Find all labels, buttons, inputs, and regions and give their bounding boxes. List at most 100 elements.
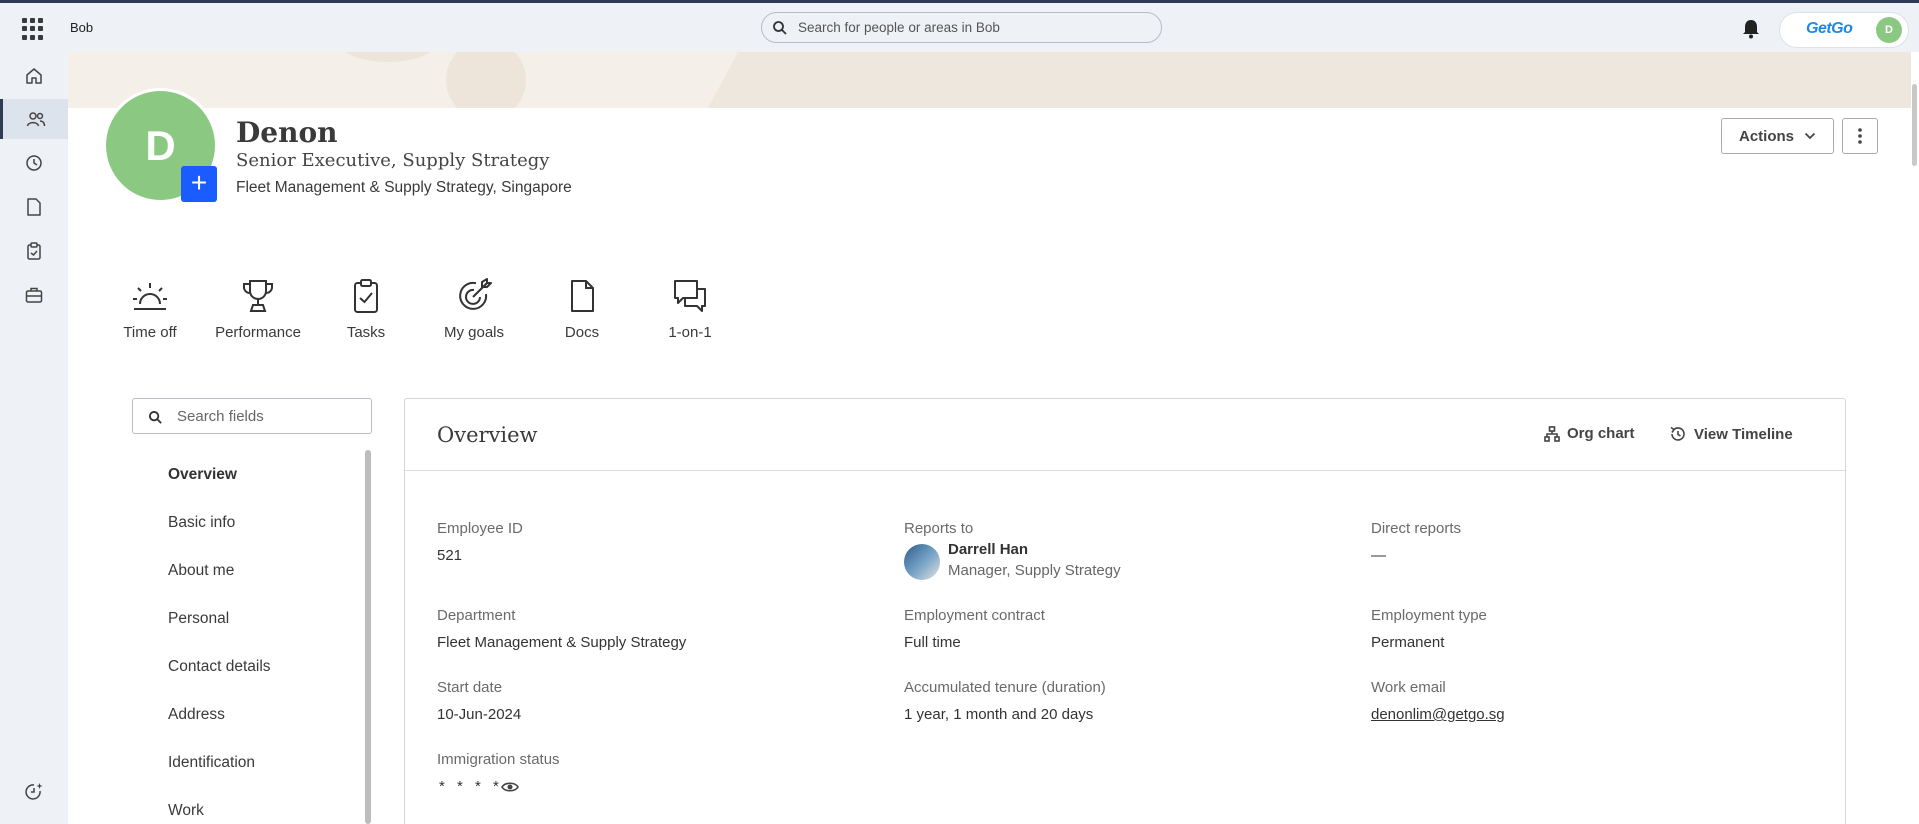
user-avatar[interactable]: D	[1876, 17, 1902, 43]
nav-people[interactable]	[0, 99, 68, 139]
global-search-placeholder: Search for people or areas in Bob	[798, 20, 1000, 35]
manager-name[interactable]: Darrell Han	[948, 541, 1028, 558]
section-nav-contact-details[interactable]: Contact details	[168, 658, 271, 676]
target-icon	[459, 278, 492, 310]
people-icon	[26, 112, 45, 127]
quick-link-label: 1-on-1	[668, 324, 712, 341]
org-chart-icon	[1544, 425, 1560, 442]
search-icon	[148, 410, 162, 424]
history-icon	[1670, 426, 1685, 441]
nav-home[interactable]	[0, 56, 68, 96]
profile-job-title: Senior Executive, Supply Strategy	[236, 150, 550, 171]
quick-link-label: Performance	[215, 324, 301, 341]
employment-contract-label: Employment contract	[904, 607, 1045, 624]
employment-type-label: Employment type	[1371, 607, 1487, 624]
quick-link-time-off[interactable]: Time off	[95, 278, 205, 341]
tenure-label: Accumulated tenure (duration)	[904, 679, 1106, 696]
quick-link-label: Docs	[564, 324, 600, 341]
work-email-label: Work email	[1371, 679, 1446, 696]
manager-role: Manager, Supply Strategy	[948, 562, 1121, 579]
quick-link-docs[interactable]: Docs	[527, 278, 637, 341]
section-nav-scrollbar[interactable]	[365, 450, 371, 824]
clipboard-check-icon	[354, 279, 378, 313]
nav-documents[interactable]	[0, 187, 68, 227]
trophy-icon	[243, 280, 273, 312]
top-bar: Bob Search for people or areas in Bob Ge…	[0, 0, 1919, 52]
department-label: Department	[437, 607, 516, 624]
cover-banner	[68, 52, 1911, 108]
section-nav-address[interactable]: Address	[168, 706, 225, 724]
quick-link-my-goals[interactable]: My goals	[419, 278, 529, 341]
banner-decoration	[346, 52, 1911, 108]
start-date-label: Start date	[437, 679, 503, 696]
overview-card: Overview Org chart View Timeline Employe…	[404, 398, 1846, 824]
chat-bubbles-icon	[674, 280, 706, 312]
whats-new-icon	[25, 783, 43, 800]
employment-type-value: Permanent	[1371, 634, 1445, 651]
overview-title: Overview	[437, 423, 538, 447]
profile-name: Denon	[236, 116, 338, 149]
actions-button[interactable]: Actions	[1721, 118, 1834, 154]
section-nav-basic-info[interactable]: Basic info	[168, 514, 235, 532]
eye-icon[interactable]	[501, 781, 519, 793]
work-email-link[interactable]: denonlim@getgo.sg	[1371, 706, 1505, 723]
employment-contract-value: Full time	[904, 634, 961, 651]
start-date-value: 10-Jun-2024	[437, 706, 522, 723]
section-nav-identification[interactable]: Identification	[168, 754, 255, 772]
bell-icon[interactable]	[1742, 19, 1760, 39]
briefcase-icon	[25, 287, 43, 303]
search-fields-input[interactable]: Search fields	[132, 398, 372, 434]
global-search-input[interactable]: Search for people or areas in Bob	[761, 12, 1162, 43]
section-nav-work[interactable]: Work	[168, 802, 204, 820]
nav-whats-new[interactable]	[0, 772, 68, 812]
view-timeline-label: View Timeline	[1694, 425, 1793, 443]
tenure-value: 1 year, 1 month and 20 days	[904, 706, 1094, 723]
org-chart-button[interactable]: Org chart	[1544, 425, 1635, 442]
quick-link-label: My goals	[443, 324, 505, 341]
profile-department-location: Fleet Management & Supply Strategy, Sing…	[236, 179, 572, 196]
employee-id-label: Employee ID	[437, 520, 523, 537]
department-value: Fleet Management & Supply Strategy	[437, 634, 687, 651]
nav-time[interactable]	[0, 143, 68, 183]
page-scrollbar-thumb[interactable]	[1912, 84, 1917, 166]
sunrise-icon	[133, 283, 167, 310]
section-nav-about-me[interactable]: About me	[168, 562, 234, 580]
search-icon	[773, 21, 787, 35]
document-icon	[27, 198, 41, 216]
direct-reports-label: Direct reports	[1371, 520, 1462, 537]
section-nav-overview[interactable]: Overview	[168, 466, 237, 484]
company-logo: GetGo	[1806, 20, 1853, 37]
page-scrollbar[interactable]	[1911, 52, 1919, 824]
quick-link-performance[interactable]: Performance	[203, 278, 313, 341]
employee-id-value: 521	[437, 547, 463, 564]
home-icon	[26, 68, 42, 84]
chevron-down-icon	[1804, 132, 1816, 140]
nav-hiring[interactable]	[0, 275, 68, 315]
org-chart-label: Org chart	[1567, 425, 1635, 442]
overview-card-header: Overview Org chart View Timeline	[405, 399, 1845, 471]
search-fields-placeholder: Search fields	[177, 408, 264, 425]
left-nav-rail	[0, 52, 68, 824]
section-nav-personal[interactable]: Personal	[168, 610, 229, 628]
view-timeline-button[interactable]: View Timeline	[1669, 425, 1793, 443]
quick-link-label: Time off	[123, 324, 177, 341]
manager-avatar[interactable]	[904, 544, 940, 580]
apps-grid-icon[interactable]	[22, 18, 44, 40]
clipboard-icon	[27, 242, 41, 260]
quick-link-label: Tasks	[346, 324, 386, 341]
app-name: Bob	[70, 20, 94, 35]
clock-icon	[26, 155, 42, 171]
immigration-status-label: Immigration status	[437, 751, 560, 768]
more-options-button[interactable]	[1842, 118, 1878, 154]
doc-icon	[571, 280, 594, 312]
add-photo-button[interactable]: +	[181, 166, 217, 202]
immigration-status-masked-value: * * * *	[439, 778, 503, 795]
more-vertical-icon	[1858, 128, 1862, 144]
actions-label: Actions	[1738, 127, 1794, 145]
company-switcher[interactable]: GetGo D	[1780, 13, 1908, 47]
quick-link-tasks[interactable]: Tasks	[311, 278, 421, 341]
direct-reports-value: —	[1371, 547, 1386, 564]
nav-tasks[interactable]	[0, 231, 68, 271]
reports-to-label: Reports to	[904, 520, 974, 537]
quick-link-1-on-1[interactable]: 1-on-1	[635, 278, 745, 341]
